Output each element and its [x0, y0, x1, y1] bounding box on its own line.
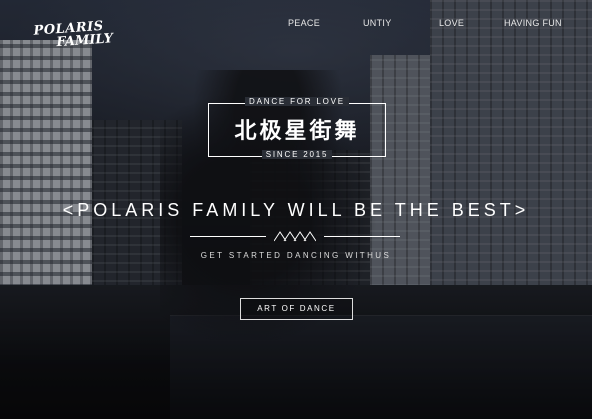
art-of-dance-button[interactable]: ART OF DANCE [240, 298, 353, 320]
zigzag-icon [274, 231, 316, 242]
nav-item-love[interactable]: LOVE [439, 18, 464, 28]
brand-line2: FAMILY [55, 31, 114, 51]
decorative-divider [190, 230, 400, 242]
nav-item-having-fun[interactable]: HAVING FUN [504, 18, 562, 28]
hero-subheadline: GET STARTED DANCING WITHUS [200, 251, 392, 260]
top-nav: PEACE UNTIY LOVE HAVING FUN [0, 18, 592, 34]
divider-line-right [324, 236, 400, 237]
nav-item-peace[interactable]: PEACE [288, 18, 320, 28]
hero-headline: <POLARIS FAMILY WILL BE THE BEST> [62, 200, 530, 220]
crew-badge: DANCE FOR LOVE 北极星街舞 SINCE 2015 [208, 97, 386, 159]
divider-line-left [190, 236, 266, 237]
badge-since: SINCE 2015 [261, 150, 333, 159]
badge-tagline: DANCE FOR LOVE [245, 97, 349, 106]
hero-section: POLARIS FAMILY PEACE UNTIY LOVE HAVING F… [0, 0, 592, 419]
badge-chinese-title: 北极星街舞 [234, 118, 360, 143]
nav-item-untiy[interactable]: UNTIY [363, 18, 392, 28]
